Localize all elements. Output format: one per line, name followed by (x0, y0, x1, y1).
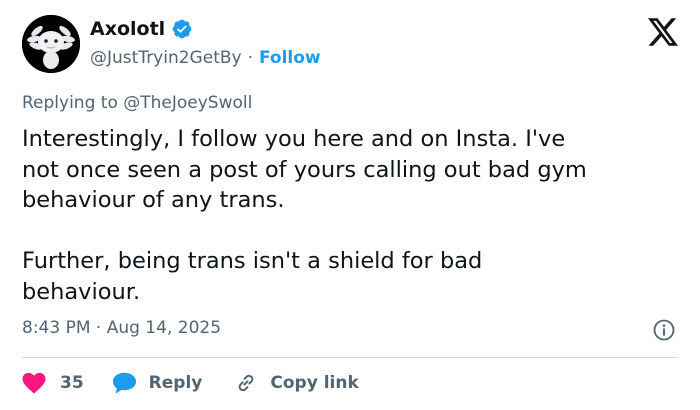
handle-separator: · (247, 48, 253, 68)
avatar[interactable] (22, 15, 80, 73)
verified-badge-icon (171, 18, 193, 40)
like-count: 35 (60, 373, 84, 393)
author-handle-row: @JustTryin2GetBy · Follow (90, 48, 321, 68)
reply-button[interactable]: Reply (112, 372, 203, 394)
author-name-row: Axolotl (90, 18, 193, 40)
info-icon[interactable] (652, 318, 676, 342)
reply-context: Replying to @TheJoeySwoll (22, 93, 252, 113)
reply-context-mention[interactable]: @TheJoeySwoll (123, 93, 252, 113)
reply-label: Reply (148, 373, 203, 393)
reply-context-prefix: Replying to (22, 93, 124, 113)
action-bar: 35 Reply Copy link (22, 369, 359, 397)
reply-bubble-icon (112, 372, 137, 394)
follow-button[interactable]: Follow (259, 48, 321, 68)
tweet-text: Interestingly, I follow you here and on … (22, 126, 587, 305)
axolotl-avatar-image (22, 15, 80, 73)
x-logo-icon[interactable] (648, 18, 678, 46)
tweet-timestamp[interactable]: 8:43 PM · Aug 14, 2025 (22, 318, 221, 338)
like-button[interactable]: 35 (22, 372, 84, 394)
divider (22, 357, 678, 358)
heart-icon (22, 372, 46, 394)
copy-link-button[interactable]: Copy link (234, 371, 359, 395)
copy-link-label: Copy link (270, 373, 359, 393)
link-icon (234, 371, 258, 395)
author-display-name[interactable]: Axolotl (90, 18, 165, 40)
author-handle[interactable]: @JustTryin2GetBy (90, 48, 242, 68)
